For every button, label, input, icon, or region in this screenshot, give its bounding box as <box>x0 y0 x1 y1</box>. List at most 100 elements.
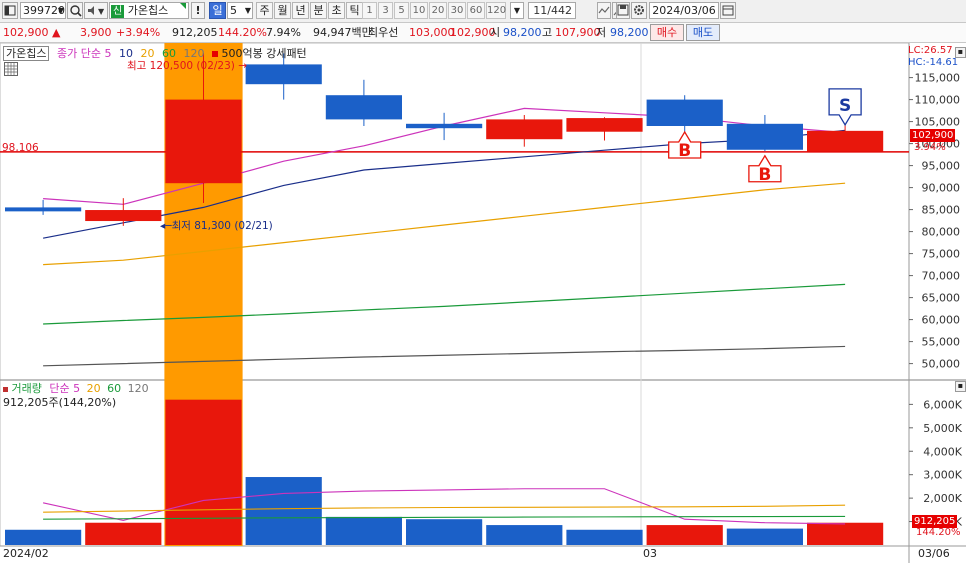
best-bid: 102,900 <box>450 26 496 39</box>
y-tick-label: 70,000 <box>922 270 961 283</box>
period-button[interactable]: 주 <box>256 2 273 19</box>
y-tick-label: 75,000 <box>922 248 961 261</box>
price-change: 3,900 <box>80 26 112 39</box>
stock-name: 가온칩스 <box>127 4 169 17</box>
corner-flag-icon <box>180 3 186 9</box>
x-label-end: 03/06 <box>918 547 950 560</box>
x-label-month: 03 <box>643 547 657 560</box>
candle-body <box>245 64 322 85</box>
buy-button[interactable]: 매수 <box>650 24 684 41</box>
period-button[interactable]: 틱 <box>346 2 363 19</box>
sound-icon[interactable]: ▼ <box>84 2 108 19</box>
volume-bar <box>726 528 803 545</box>
volume-bar <box>85 522 162 545</box>
open-label: 시 <box>490 26 501 39</box>
period-button[interactable]: 월 <box>274 2 291 19</box>
save-icon[interactable] <box>616 2 630 19</box>
candle-body <box>807 130 884 152</box>
tick-number-button[interactable]: 30 <box>448 2 466 19</box>
best-quote-label: 최우선 <box>368 26 399 39</box>
low-annotation-text: 최저 81,300 (02/21) <box>171 220 273 232</box>
left-arrow-icon: ◂─ <box>160 220 172 232</box>
y-tick-label: 90,000 <box>922 182 961 195</box>
period-button[interactable]: 분 <box>310 2 327 19</box>
volume: 912,205 <box>172 26 218 39</box>
trade-amount: 94,947백만 <box>313 26 372 39</box>
candle-body <box>646 99 723 126</box>
y-tick-label: 115,000 <box>915 72 961 85</box>
hc-indicator: HC:-14.61 <box>908 57 959 68</box>
candle-body <box>566 118 643 132</box>
tick-number-button[interactable]: 1 <box>362 2 377 19</box>
reference-price-label: 98,106 <box>2 142 39 154</box>
panel-maximize-icon[interactable]: ▪ <box>955 381 966 392</box>
volume-pct: 144.20% <box>218 26 267 39</box>
pattern-marker-icon <box>211 51 218 57</box>
alert-button[interactable]: ! <box>191 2 205 19</box>
candle-body <box>406 123 483 129</box>
y-tick-label: 50,000 <box>922 358 961 371</box>
high-label: 고 <box>542 26 553 39</box>
high-price: 107,900 <box>555 26 601 39</box>
panel-menu-icon[interactable] <box>2 2 18 19</box>
chevron-down-icon: ▼ <box>244 6 251 15</box>
interval-day-button[interactable]: 일 <box>209 2 226 19</box>
legend-ma-label: 종가 단순 <box>56 47 101 60</box>
y-tick-label: 60,000 <box>922 314 961 327</box>
buy-signal-label: B <box>678 141 691 161</box>
high-annotation: 최고 120,500 (02/23) → <box>127 60 248 72</box>
volume-info: 912,205주(144,20%) <box>3 396 117 409</box>
gear-icon[interactable] <box>631 2 647 19</box>
date-field[interactable]: 2024/03/06 <box>649 2 719 19</box>
low-annotation: ◂─최저 81,300 (02/21) <box>160 218 273 233</box>
volume-bar <box>566 529 643 545</box>
chart-panel: 115,000 110,000 105,000 100,000 95,000 90,000… <box>0 43 966 563</box>
period-button[interactable]: 초 <box>328 2 345 19</box>
price-change-pct: +3.94% <box>116 26 161 39</box>
volume-legend-ma-120: 120 <box>127 382 149 395</box>
tick-number-button[interactable]: 10 <box>410 2 428 19</box>
candle-body <box>726 123 803 150</box>
calendar-icon[interactable] <box>720 2 736 19</box>
sell-signal-label: S <box>839 96 851 116</box>
volume-y-tick-label: 4,000K <box>923 445 962 458</box>
chart-compare-icon[interactable] <box>597 2 611 19</box>
quote-bar: 102,900 ▲ 3,900 +3.94% 912,205 144.20% 7… <box>0 23 966 43</box>
chevron-down-icon: ▼ <box>57 6 64 15</box>
current-price: 102,900 ▲ <box>3 26 61 39</box>
y-tick-label: 95,000 <box>922 160 961 173</box>
chart-canvas: 115,000110,000105,000100,00095,00090,000… <box>0 43 966 563</box>
search-icon[interactable] <box>67 2 83 19</box>
volume-bar <box>406 519 483 545</box>
interval-value-select[interactable]: 5 ▼ <box>227 2 253 19</box>
volume-bar <box>486 525 563 545</box>
tick-number-button[interactable]: 3 <box>378 2 393 19</box>
buy-signal-label: B <box>758 165 771 185</box>
interval-value: 5 <box>230 4 237 17</box>
best-ask: 103,000 <box>409 26 455 39</box>
turnover-pct: 7.94% <box>266 26 301 39</box>
chevron-down-icon[interactable]: ▼ <box>510 2 524 19</box>
legend-ma-5: 5 <box>104 47 112 60</box>
volume-marker-icon <box>3 387 8 392</box>
period-button[interactable]: 년 <box>292 2 309 19</box>
tick-number-button[interactable]: 60 <box>467 2 485 19</box>
low-label: 저 <box>596 26 607 39</box>
stock-code-input[interactable]: 399720 ▼ <box>20 2 66 19</box>
grid-toggle-icon[interactable] <box>4 62 18 76</box>
panel-maximize-icon[interactable]: ▪ <box>955 47 966 58</box>
x-label-start: 2024/02 <box>3 547 49 560</box>
stock-name-field[interactable]: 신 가온칩스 <box>109 2 189 19</box>
volume-y-tick-label: 5,000K <box>923 422 962 435</box>
low-price: 98,200 <box>610 26 649 39</box>
plot-frame <box>0 43 910 547</box>
y-tick-label: 80,000 <box>922 226 961 239</box>
tick-number-button[interactable]: 5 <box>394 2 409 19</box>
sell-button[interactable]: 매도 <box>686 24 720 41</box>
candle-body <box>486 119 563 140</box>
toolbar: 399720 ▼ ▼ 신 가온칩스 ! 일 5 ▼ 주월년분초틱 1 3 5 10 20… <box>0 0 966 23</box>
tick-number-button[interactable]: 20 <box>429 2 447 19</box>
lc-indicator: LC:26.57 <box>908 45 953 56</box>
svg-text:▼: ▼ <box>98 7 105 16</box>
tick-number-button[interactable]: 120 <box>486 2 506 19</box>
